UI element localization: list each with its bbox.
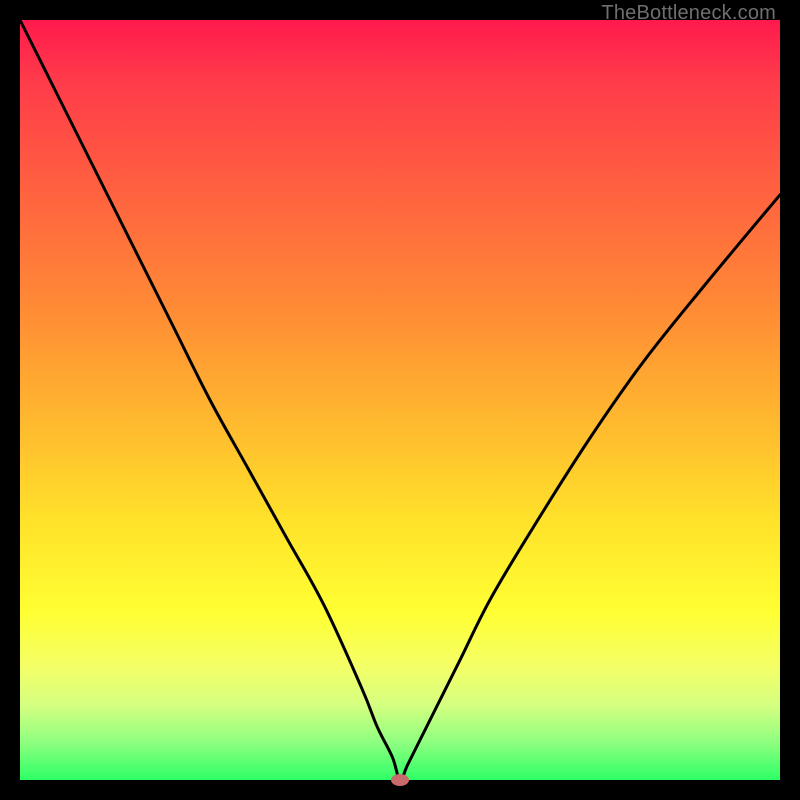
minimum-marker [391,774,409,786]
plot-area [20,20,780,780]
bottleneck-curve [20,20,780,780]
chart-frame: TheBottleneck.com [0,0,800,800]
